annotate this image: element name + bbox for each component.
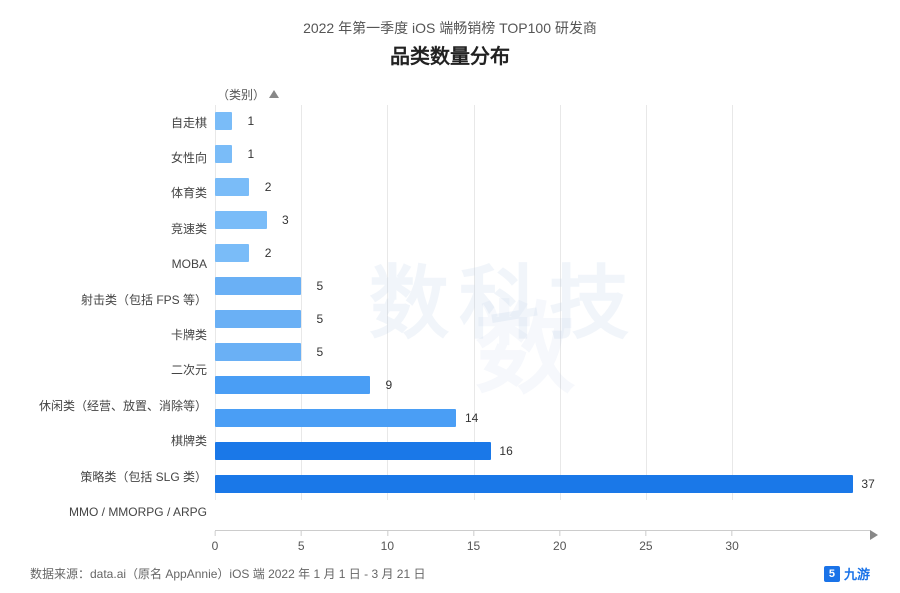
x-tick-line [215,531,216,536]
chart-plot: （类别） 112325559141637 051015202530 [215,83,870,560]
footer-source: 数据来源：data.ai（原名 AppAnnie）iOS 端 2022 年 1 … [30,565,425,582]
main-container: 数科技 数 2022 年第一季度 iOS 端畅销榜 TOP100 研发商 品类数… [0,0,900,593]
y-label-item: 休闲类（经营、放置、消除等） [30,388,207,423]
x-axis-arrow-icon [870,530,878,540]
x-tick: 30 [725,531,738,553]
x-tick-label: 20 [553,539,566,553]
x-tick: 10 [381,531,394,553]
x-tick: 15 [467,531,480,553]
bar-row: 2 [215,237,870,270]
bar-fill: 37 [215,475,853,493]
x-axis-arrow [870,527,878,545]
bar-value-label: 5 [316,312,323,326]
bar-fill: 5 [215,277,301,295]
bar-fill: 5 [215,343,301,361]
y-label-item: 女性向 [30,140,207,175]
y-label-item: 策略类（包括 SLG 类） [30,459,207,494]
bar-value-label: 5 [316,279,323,293]
x-tick: 0 [212,531,219,553]
bar-value-label: 2 [265,180,272,194]
bar-fill: 1 [215,112,232,130]
x-tick-line [559,531,560,536]
bar-row: 16 [215,434,870,467]
y-label-item: 棋牌类 [30,424,207,459]
x-tick: 20 [553,531,566,553]
bar-value-label: 3 [282,213,289,227]
y-label-item: 射击类（包括 FPS 等） [30,282,207,317]
x-tick: 25 [639,531,652,553]
chart-inner: 自走棋女性向体育类竞速类MOBA射击类（包括 FPS 等）卡牌类二次元休闲类（经… [30,83,870,560]
bar-row: 5 [215,335,870,368]
x-axis: 0 5 10 15 20 25 30 [215,530,870,560]
y-labels: 自走棋女性向体育类竞速类MOBA射击类（包括 FPS 等）卡牌类二次元休闲类（经… [30,83,215,560]
bar-row: 9 [215,368,870,401]
x-tick-line [473,531,474,536]
bar-row: 2 [215,171,870,204]
bar-fill: 14 [215,409,456,427]
chart-area: 自走棋女性向体育类竞速类MOBA射击类（包括 FPS 等）卡牌类二次元休闲类（经… [30,83,870,560]
bars-container: 1 1 2 3 2 5 5 5 9 14 16 37 [215,105,870,530]
x-tick-label: 0 [212,539,219,553]
bar-value-label: 5 [316,345,323,359]
x-tick-line [732,531,733,536]
bar-row: 5 [215,303,870,336]
bar-value-label: 37 [861,477,874,491]
y-label-item: 卡牌类 [30,318,207,353]
bar-fill: 9 [215,376,370,394]
y-label-item: 体育类 [30,176,207,211]
y-label-item: MOBA [30,247,207,282]
y-axis-arrow [269,90,279,98]
bar-value-label: 9 [385,378,392,392]
x-tick-line [387,531,388,536]
bar-fill: 5 [215,310,301,328]
x-tick-label: 25 [639,539,652,553]
x-tick-label: 10 [381,539,394,553]
bar-fill: 16 [215,442,491,460]
chart-title: 品类数量分布 [30,40,870,69]
footer-logo: 5 九游 [824,564,870,583]
y-axis-label: （类别） [215,83,870,105]
logo-box: 5 [824,566,840,582]
y-label-item: MMO / MMORPG / ARPG [30,495,207,530]
bar-value-label: 14 [465,411,478,425]
x-tick-label: 15 [467,539,480,553]
bar-fill: 2 [215,244,249,262]
logo-text: 九游 [844,564,870,583]
bar-row: 5 [215,270,870,303]
bar-value-label: 16 [499,444,512,458]
x-tick-label: 5 [298,539,305,553]
x-tick-label: 30 [725,539,738,553]
bar-fill: 2 [215,178,249,196]
x-tick: 5 [298,531,305,553]
bar-value-label: 2 [265,246,272,260]
y-label-item: 二次元 [30,353,207,388]
bar-value-label: 1 [248,114,255,128]
x-tick-line [301,531,302,536]
bar-row: 1 [215,105,870,138]
y-label-item: 竞速类 [30,211,207,246]
footer: 数据来源：data.ai（原名 AppAnnie）iOS 端 2022 年 1 … [30,564,870,583]
x-tick-line [645,531,646,536]
bar-row: 1 [215,138,870,171]
y-label-item: 自走棋 [30,105,207,140]
bar-value-label: 1 [248,147,255,161]
bar-row: 3 [215,204,870,237]
chart-subtitle: 2022 年第一季度 iOS 端畅销榜 TOP100 研发商 [30,18,870,38]
bar-row: 37 [215,467,870,500]
bar-row: 14 [215,401,870,434]
bar-fill: 1 [215,145,232,163]
bar-fill: 3 [215,211,267,229]
